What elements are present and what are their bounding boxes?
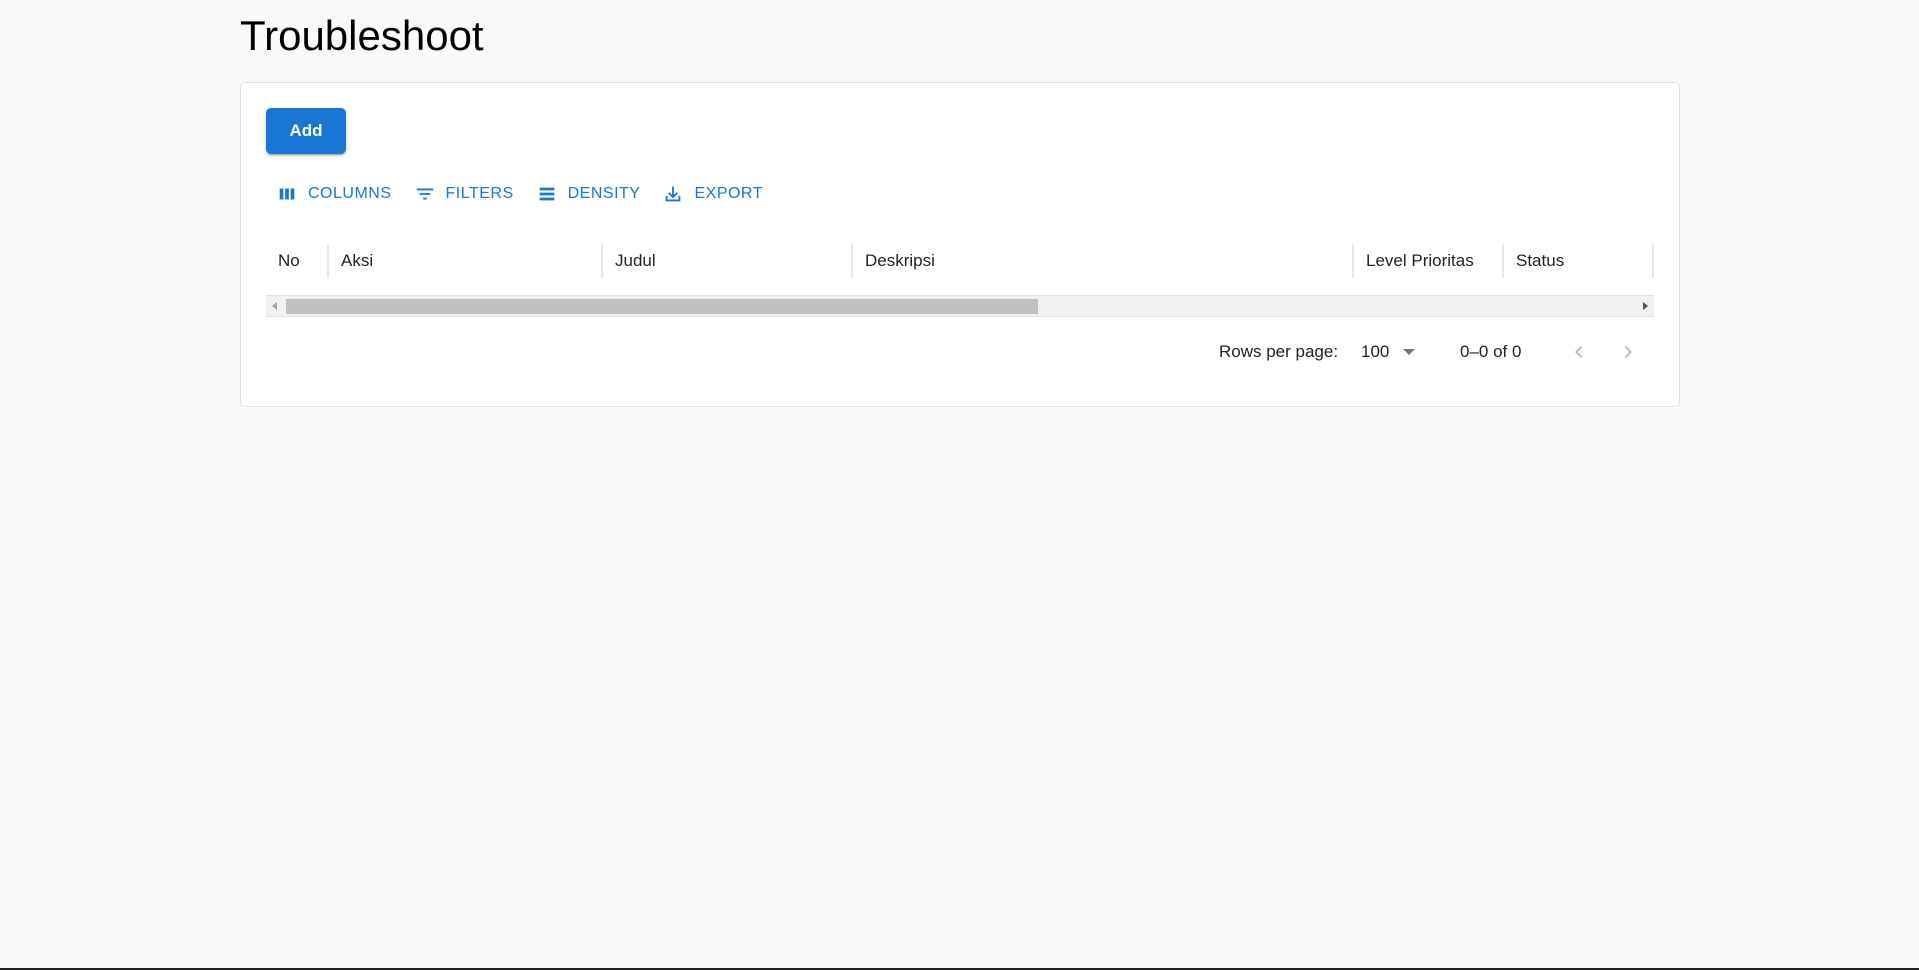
column-header-level-prioritas[interactable]: Level Prioritas [1354,227,1504,295]
density-label: DENSITY [567,185,641,202]
column-header-no[interactable]: No [266,227,329,295]
export-button[interactable]: EXPORT [652,177,773,211]
column-header-status[interactable]: Status [1504,227,1654,295]
add-button[interactable]: Add [266,108,346,154]
columns-button[interactable]: COLUMNS [266,177,402,211]
filters-button[interactable]: FILTERS [404,177,524,211]
column-header-judul[interactable]: Judul [603,227,853,295]
download-icon [666,186,681,202]
columns-label: COLUMNS [308,185,392,202]
data-grid-card: Add COLUMNS FILTERS DENSITY EXPORT No Ak… [240,82,1680,407]
scroll-right-arrow-icon[interactable] [1643,302,1648,310]
data-grid: No Aksi Judul Deskripsi Level Prioritas … [266,227,1654,317]
pagination-range: 0–0 of 0 [1460,342,1522,361]
rows-per-page-select[interactable]: 100 [1361,342,1416,362]
filter-icon [416,188,433,200]
page-title: Troubleshoot [240,12,484,59]
chevron-left-icon [1575,346,1583,358]
column-header-aksi[interactable]: Aksi [329,227,603,295]
horizontal-scrollbar[interactable] [266,295,1654,317]
rows-per-page-label: Rows per page: [1219,342,1339,361]
scroll-left-arrow-icon[interactable] [272,302,277,310]
pagination: Rows per page: 100 0–0 of 0 [241,335,1679,369]
chevron-right-icon [1624,346,1632,358]
scrollbar-thumb[interactable] [286,299,1038,314]
column-header-deskripsi[interactable]: Deskripsi [853,227,1354,295]
dropdown-caret-icon [1403,349,1416,355]
filters-label: FILTERS [445,185,514,202]
columns-icon [279,188,295,200]
density-button[interactable]: DENSITY [526,177,651,211]
column-headers: No Aksi Judul Deskripsi Level Prioritas … [266,227,1654,295]
export-label: EXPORT [694,185,763,202]
grid-toolbar: COLUMNS FILTERS DENSITY EXPORT [266,177,775,211]
next-page-button[interactable] [1613,337,1643,367]
rows-per-page-value: 100 [1361,342,1390,361]
previous-page-button[interactable] [1564,337,1594,367]
density-icon [539,187,554,201]
